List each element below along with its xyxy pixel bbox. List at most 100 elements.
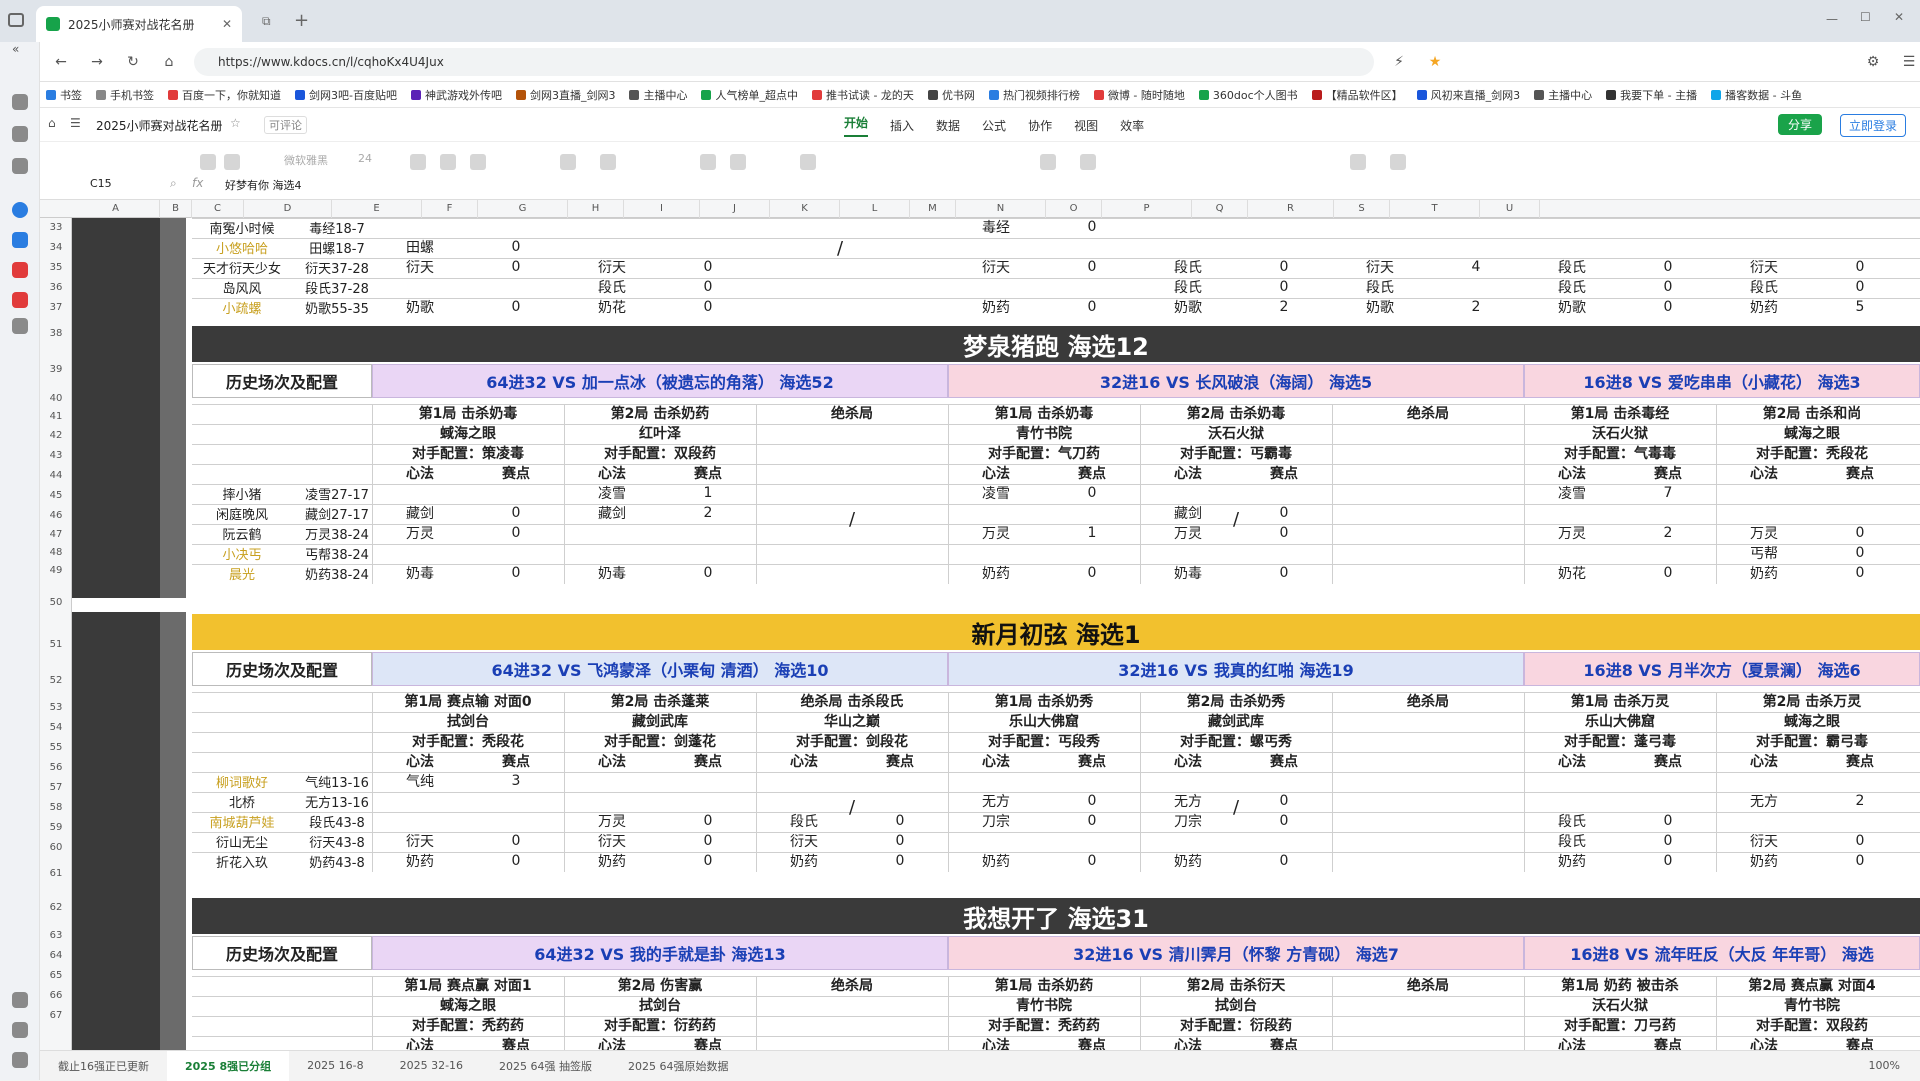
- block2-player-name[interactable]: 折花入玖: [192, 852, 292, 871]
- bookmark-item[interactable]: 书签: [46, 87, 82, 103]
- block1-saidian-cell[interactable]: 7: [1620, 484, 1716, 502]
- column-header-O[interactable]: O: [1046, 200, 1102, 218]
- home-app-icon[interactable]: ⌂: [48, 116, 56, 130]
- column-header-P[interactable]: P: [1102, 200, 1192, 218]
- top-xinfa-cell[interactable]: 段氏: [1524, 258, 1620, 276]
- row-header-40[interactable]: 40: [40, 390, 72, 408]
- top-saidian-cell[interactable]: 0: [468, 238, 564, 256]
- bookmark-item[interactable]: 热门视频排行榜: [988, 87, 1080, 103]
- bookmark-item[interactable]: 推书试读 - 龙的天: [811, 87, 914, 103]
- menu-icon[interactable]: ☰: [1898, 51, 1920, 73]
- new-tab-icon[interactable]: +: [294, 10, 309, 31]
- top-saidian-cell[interactable]: 2: [1236, 298, 1332, 316]
- row-header-52[interactable]: 52: [40, 664, 72, 698]
- row-header-53[interactable]: 53: [40, 698, 72, 718]
- bookmark-item[interactable]: 百度一下，你就知道: [168, 87, 281, 103]
- block1-xinfa-cell[interactable]: 凌雪: [948, 484, 1044, 502]
- block2-player-config[interactable]: 衍天43-8: [292, 832, 382, 851]
- block2-player-name[interactable]: 北桥: [192, 792, 292, 811]
- row-header-58[interactable]: 58: [40, 798, 72, 818]
- top-saidian-cell[interactable]: 5: [1812, 298, 1908, 316]
- top-player-config[interactable]: 田螺18-7: [292, 238, 382, 257]
- bookmark-item[interactable]: 播客数据 - 斗鱼: [1711, 87, 1802, 103]
- top-xinfa-cell[interactable]: 段氏: [1140, 258, 1236, 276]
- redo-icon[interactable]: [224, 154, 240, 170]
- block1-saidian-cell[interactable]: 0: [1812, 564, 1908, 582]
- block1-xinfa-cell[interactable]: 奶药: [948, 564, 1044, 582]
- row-header-47[interactable]: 47: [40, 526, 72, 544]
- bookmark-star-icon[interactable]: ★: [1424, 51, 1446, 73]
- block1-saidian-cell[interactable]: 0: [1044, 484, 1140, 502]
- block2-saidian-cell[interactable]: 0: [1812, 852, 1908, 870]
- row-header-59[interactable]: 59: [40, 818, 72, 838]
- row-header-54[interactable]: 54: [40, 718, 72, 738]
- sheet-tab[interactable]: 截止16强正已更新: [40, 1051, 167, 1081]
- block2-saidian-cell[interactable]: 0: [1044, 852, 1140, 870]
- font-size-select[interactable]: 24: [358, 152, 372, 165]
- minimize-icon[interactable]: —: [1826, 12, 1838, 26]
- ribbon-tab[interactable]: 插入: [890, 117, 914, 134]
- block2-xinfa-cell[interactable]: 段氏: [1524, 832, 1620, 850]
- block1-saidian-cell[interactable]: 0: [1812, 544, 1908, 562]
- block1-player-config[interactable]: 藏剑27-17: [292, 504, 382, 523]
- block1-player-name[interactable]: 闲庭晚风: [192, 504, 292, 523]
- top-xinfa-cell[interactable]: 奶歌: [1332, 298, 1428, 316]
- row-header-55[interactable]: 55: [40, 738, 72, 758]
- row-header-67[interactable]: 67: [40, 1006, 72, 1026]
- row-header-33[interactable]: 33: [40, 218, 72, 238]
- row-header-62[interactable]: 62: [40, 890, 72, 926]
- block2-xinfa-cell[interactable]: 气纯: [372, 772, 468, 790]
- block2-saidian-cell[interactable]: 0: [852, 852, 948, 870]
- top-saidian-cell[interactable]: 0: [1812, 278, 1908, 296]
- block2-saidian-cell[interactable]: 0: [1620, 812, 1716, 830]
- column-header-R[interactable]: R: [1248, 200, 1334, 218]
- block2-player-name[interactable]: 衍山无尘: [192, 832, 292, 851]
- block1-player-config[interactable]: 万灵38-24: [292, 524, 382, 543]
- column-header-N[interactable]: N: [956, 200, 1046, 218]
- block1-player-config[interactable]: 凌雪27-17: [292, 484, 382, 503]
- block2-match-header[interactable]: 16进8 VS 月半次方（夏景澜） 海选6: [1524, 652, 1920, 686]
- undo-icon[interactable]: [200, 154, 216, 170]
- bag-icon[interactable]: [12, 1022, 28, 1038]
- close-window-icon[interactable]: ✕: [1894, 10, 1904, 24]
- block2-player-config[interactable]: 无方13-16: [292, 792, 382, 811]
- underline-icon[interactable]: [470, 154, 486, 170]
- border-icon[interactable]: [560, 154, 576, 170]
- block1-xinfa-cell[interactable]: 凌雪: [564, 484, 660, 502]
- block1-xinfa-cell[interactable]: 奶毒: [1140, 564, 1236, 582]
- column-header-T[interactable]: T: [1390, 200, 1480, 218]
- favorites-icon[interactable]: [12, 94, 28, 110]
- top-xinfa-cell[interactable]: 衍天: [1332, 258, 1428, 276]
- row-header-51[interactable]: 51: [40, 626, 72, 664]
- bold-icon[interactable]: [410, 154, 426, 170]
- top-saidian-cell[interactable]: 4: [1428, 258, 1524, 276]
- app-icon-3[interactable]: [12, 292, 28, 308]
- hamburger-icon[interactable]: ☰: [70, 116, 81, 130]
- block1-xinfa-cell[interactable]: 奶毒: [372, 564, 468, 582]
- block1-xinfa-cell[interactable]: 凌雪: [1524, 484, 1620, 502]
- forward-icon[interactable]: →: [86, 51, 108, 73]
- block2-saidian-cell[interactable]: 3: [468, 772, 564, 790]
- top-saidian-cell[interactable]: 0: [1812, 258, 1908, 276]
- top-player-name[interactable]: 天才衍天少女: [192, 258, 292, 277]
- reading-icon[interactable]: [12, 158, 28, 174]
- login-button[interactable]: 立即登录: [1840, 114, 1907, 137]
- block2-player-config[interactable]: 奶药43-8: [292, 852, 382, 871]
- bookmark-item[interactable]: 优书网: [927, 87, 975, 103]
- bookmark-item[interactable]: 风初来直播_剑网3: [1416, 87, 1520, 103]
- block2-match-header[interactable]: 32进16 VS 我真的红啪 海选19: [948, 652, 1524, 686]
- top-saidian-cell[interactable]: 0: [1044, 258, 1140, 276]
- block1-player-name[interactable]: 晨光: [192, 564, 292, 583]
- bookmark-item[interactable]: 主播中心: [629, 87, 687, 103]
- top-player-config[interactable]: 毒经18-7: [292, 218, 382, 237]
- sheet-tab[interactable]: 2025 64强原始数据: [610, 1051, 747, 1081]
- sheet-tab[interactable]: 2025 64强 抽签版: [481, 1051, 610, 1081]
- extensions-icon[interactable]: ⚙: [1862, 51, 1884, 73]
- row-header-43[interactable]: 43: [40, 446, 72, 466]
- top-player-config[interactable]: 奶歌55-35: [292, 298, 382, 317]
- block2-saidian-cell[interactable]: 0: [1620, 852, 1716, 870]
- block2-xinfa-cell[interactable]: 奶药: [1524, 852, 1620, 870]
- row-header-42[interactable]: 42: [40, 426, 72, 446]
- spreadsheet-grid[interactable]: ABCDEFGHIJKLMNOPQRSTU 33 34 35 36 37 38 39 40 41…: [40, 200, 1920, 1050]
- block2-xinfa-cell[interactable]: 衍天: [372, 832, 468, 850]
